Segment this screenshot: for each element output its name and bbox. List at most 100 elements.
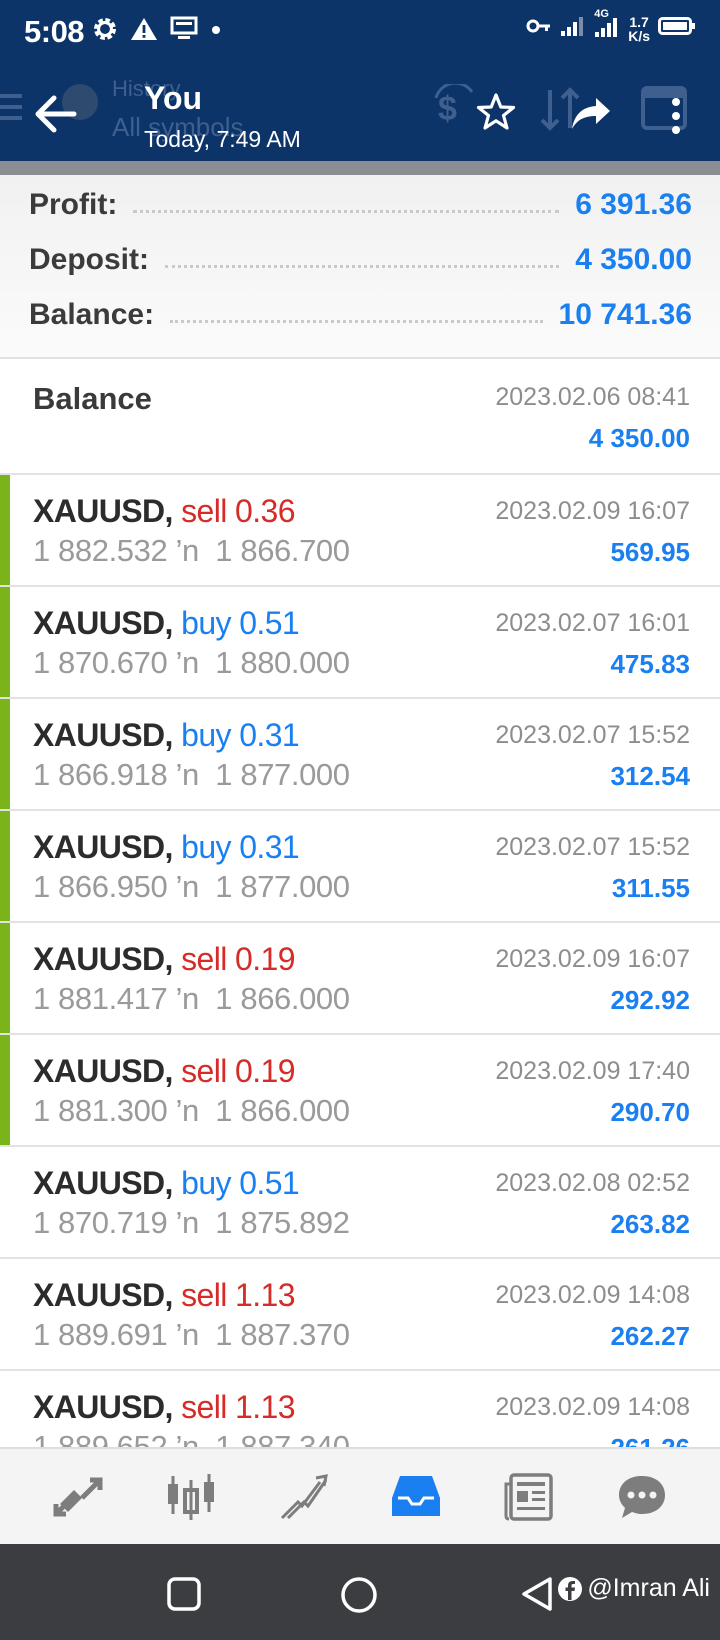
deal-row[interactable]: XAUUSD, sell 0.19 1 881.300 ’n 1 866.000 2… <box>0 1035 720 1147</box>
price-arrow: ’n <box>175 1317 200 1352</box>
deposit-value: 4 350.00 <box>575 243 692 276</box>
deal-row[interactable]: XAUUSD, buy 0.31 1 866.950 ’n 1 877.000 20… <box>0 811 720 923</box>
deal-profit: 312.54 <box>610 761 690 791</box>
deal-symbol: XAUUSD, sell 0.19 <box>33 941 296 978</box>
deal-row[interactable]: XAUUSD, sell 0.36 1 882.532 ’n 1 866.700 2… <box>0 475 720 587</box>
deal-symbol: XAUUSD, sell 1.13 <box>33 1389 296 1426</box>
side-type: sell <box>181 1389 227 1425</box>
profit-marker-bar <box>0 811 10 921</box>
deal-row[interactable]: XAUUSD, buy 0.31 1 866.918 ’n 1 877.000 20… <box>0 699 720 811</box>
ghost-currency-icon: $ <box>432 81 480 138</box>
page-subtitle: Today, 7:49 AM <box>144 126 301 152</box>
close-price: 1 877.000 <box>215 757 350 792</box>
deal-time: 2023.02.07 16:01 <box>495 609 690 637</box>
deal-profit: 292.92 <box>610 985 690 1015</box>
deal-profit: 263.82 <box>610 1209 690 1239</box>
quotes-icon[interactable] <box>43 1462 113 1532</box>
deal-prices: 1 866.950 ’n 1 877.000 <box>33 869 350 905</box>
balance-operation-time: 2023.02.06 08:41 <box>495 383 690 411</box>
history-icon[interactable] <box>381 1462 451 1532</box>
side-type: sell <box>181 1053 227 1089</box>
deal-profit: 475.83 <box>610 649 690 679</box>
watermark-text: @Imran Ali <box>587 1574 710 1602</box>
deal-row[interactable]: XAUUSD, sell 1.13 1 889.652 ’n 1 887.340 2… <box>0 1371 720 1447</box>
open-price: 1 881.300 <box>33 1093 168 1128</box>
price-arrow: ’n <box>175 1429 200 1447</box>
deal-side: sell 1.13 <box>181 1277 295 1313</box>
profit-marker-bar <box>0 923 10 1033</box>
open-price: 1 870.719 <box>33 1205 168 1240</box>
profit-marker-bar <box>0 1035 10 1145</box>
symbol-name: XAUUSD, <box>33 941 173 977</box>
price-arrow: ’n <box>175 869 200 904</box>
side-type: sell <box>181 941 227 977</box>
share-icon[interactable] <box>570 96 612 137</box>
balance-value: 10 741.36 <box>558 298 692 331</box>
deal-prices: 1 870.670 ’n 1 880.000 <box>33 645 350 681</box>
header-divider <box>0 161 720 175</box>
back-button-icon[interactable] <box>520 1576 554 1617</box>
deal-volume: 0.51 <box>239 605 300 641</box>
trade-icon[interactable] <box>269 1462 339 1532</box>
deal-volume: 1.13 <box>235 1277 295 1313</box>
deal-prices: 1 882.532 ’n 1 866.700 <box>33 533 350 569</box>
deal-prices: 1 889.691 ’n 1 887.370 <box>33 1317 350 1353</box>
price-arrow: ’n <box>175 1093 200 1128</box>
close-price: 1 866.700 <box>215 533 350 568</box>
deal-side: sell 0.19 <box>181 941 295 977</box>
deal-row[interactable]: XAUUSD, sell 0.19 1 881.417 ’n 1 866.000 2… <box>0 923 720 1035</box>
back-arrow-icon[interactable] <box>34 94 80 134</box>
deal-side: buy 0.31 <box>181 717 300 753</box>
deal-prices: 1 889.652 ’n 1 887.340 <box>33 1429 350 1447</box>
ghost-menu-icon <box>0 90 22 130</box>
deal-row[interactable]: XAUUSD, buy 0.51 1 870.670 ’n 1 880.000 20… <box>0 587 720 699</box>
deal-profit: 311.55 <box>611 873 690 903</box>
symbol-name: XAUUSD, <box>33 493 173 529</box>
deal-symbol: XAUUSD, buy 0.31 <box>33 829 300 866</box>
side-type: buy <box>181 717 231 753</box>
star-icon[interactable] <box>476 92 516 137</box>
balance-operation-label: Balance <box>33 381 152 416</box>
deal-volume: 0.19 <box>235 1053 295 1089</box>
settings-gear-icon <box>92 16 118 42</box>
bottom-tab-bar <box>0 1447 720 1544</box>
status-bar: 5:08 4G 1.7 K/s <box>0 0 720 66</box>
deal-volume: 1.13 <box>235 1389 295 1425</box>
dot-leader <box>133 197 560 213</box>
chart-icon[interactable] <box>156 1462 226 1532</box>
signal-icon <box>560 15 584 42</box>
balance-operation-row[interactable]: Balance 2023.02.06 08:41 4 350.00 <box>0 361 720 475</box>
deal-time: 2023.02.07 15:52 <box>495 833 690 861</box>
symbol-name: XAUUSD, <box>33 1277 173 1313</box>
deal-symbol: XAUUSD, sell 0.36 <box>33 493 296 530</box>
deal-row[interactable]: XAUUSD, buy 0.51 1 870.719 ’n 1 875.892 20… <box>0 1147 720 1259</box>
deal-side: buy 0.51 <box>181 1165 300 1201</box>
deal-row[interactable]: XAUUSD, sell 1.13 1 889.691 ’n 1 887.370 2… <box>0 1259 720 1371</box>
deal-time: 2023.02.09 16:07 <box>495 497 690 525</box>
close-price: 1 875.892 <box>215 1205 350 1240</box>
close-price: 1 866.000 <box>215 1093 350 1128</box>
news-icon[interactable] <box>494 1462 564 1532</box>
deposit-label: Deposit: <box>29 243 149 276</box>
status-icons <box>92 16 222 42</box>
deal-time: 2023.02.08 02:52 <box>495 1169 690 1197</box>
deal-prices: 1 870.719 ’n 1 875.892 <box>33 1205 350 1241</box>
recents-button-icon[interactable] <box>166 1576 202 1617</box>
price-arrow: ’n <box>175 645 200 680</box>
profit-marker-bar <box>0 699 10 809</box>
open-price: 1 866.918 <box>33 757 168 792</box>
deal-time: 2023.02.09 16:07 <box>495 945 690 973</box>
deal-symbol: XAUUSD, buy 0.51 <box>33 605 300 642</box>
deal-profit: 569.95 <box>610 537 690 567</box>
more-vert-icon[interactable] <box>670 96 682 141</box>
home-button-icon[interactable] <box>340 1576 378 1619</box>
status-right: 4G 1.7 K/s <box>526 8 696 43</box>
chat-icon[interactable] <box>607 1462 677 1532</box>
summary-balance-row: Balance: 10 741.36 <box>29 295 692 335</box>
symbol-name: XAUUSD, <box>33 1389 173 1425</box>
deal-list[interactable]: Balance 2023.02.06 08:41 4 350.00 XAUUSD… <box>0 361 720 1447</box>
dot-icon <box>210 16 222 42</box>
deal-prices: 1 881.417 ’n 1 866.000 <box>33 981 350 1017</box>
close-price: 1 866.000 <box>215 981 350 1016</box>
history-summary: Profit: 6 391.36 Deposit: 4 350.00 Balan… <box>0 175 720 359</box>
